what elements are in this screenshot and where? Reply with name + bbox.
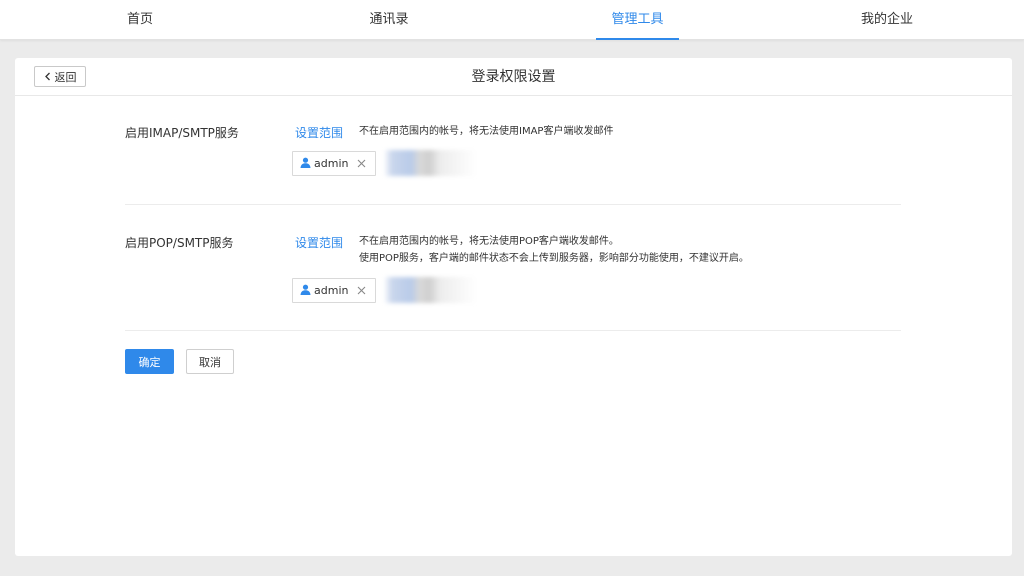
pop-scope-link[interactable]: 设置范围	[295, 234, 343, 251]
nav-item-home[interactable]: 首页	[110, 0, 170, 40]
top-nav: 首页 通讯录 管理工具 我的企业	[0, 0, 1024, 40]
pop-description-line1: 不在启用范围内的帐号，将无法使用POP客户端收发邮件。	[359, 236, 619, 247]
section-divider	[125, 330, 901, 331]
back-button[interactable]: 返回	[34, 66, 86, 87]
imap-label: 启用IMAP/SMTP服务	[125, 126, 239, 140]
close-icon[interactable]	[357, 159, 366, 168]
pop-description-line2: 使用POP服务，客户端的邮件状态不会上传到服务器，影响部分功能使用，不建议开启。	[359, 253, 749, 264]
settings-card: 登录权限设置 返回 启用IMAP/SMTP服务 设置范围 不在启用范围内的帐号，…	[15, 58, 1012, 556]
confirm-button[interactable]: 确定	[125, 349, 174, 374]
back-label: 返回	[54, 70, 77, 84]
imap-description: 不在启用范围内的帐号，将无法使用IMAP客户端收发邮件	[359, 126, 614, 137]
card-header: 登录权限设置 返回	[15, 58, 1012, 96]
close-icon[interactable]	[357, 286, 366, 295]
section-divider	[125, 204, 901, 205]
redacted-area	[385, 150, 477, 176]
cancel-button[interactable]: 取消	[186, 349, 234, 374]
pop-label: 启用POP/SMTP服务	[125, 236, 234, 250]
user-icon	[300, 157, 311, 171]
imap-scope-link[interactable]: 设置范围	[295, 124, 343, 141]
redacted-area	[385, 277, 477, 303]
nav-item-admin-tools[interactable]: 管理工具	[596, 0, 679, 40]
pop-member-chip: admin	[292, 278, 376, 303]
chip-label: admin	[314, 157, 349, 170]
chip-label: admin	[314, 284, 349, 297]
user-icon	[300, 284, 311, 298]
nav-item-my-enterprise[interactable]: 我的企业	[852, 0, 922, 40]
page-title: 登录权限设置	[471, 69, 556, 85]
imap-member-chip: admin	[292, 151, 376, 176]
nav-item-contacts[interactable]: 通讯录	[360, 0, 418, 40]
chevron-left-icon	[44, 72, 52, 81]
